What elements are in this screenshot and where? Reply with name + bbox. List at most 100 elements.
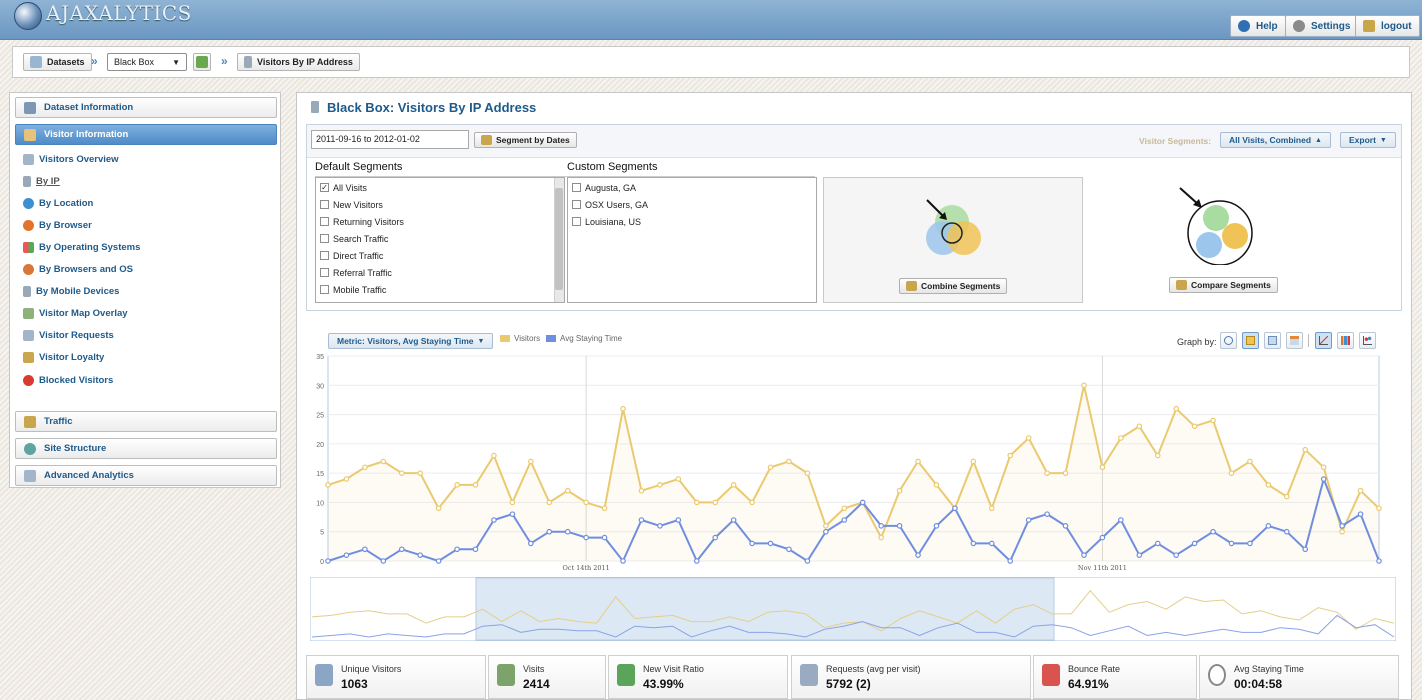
- data-point-visitors[interactable]: [1228, 470, 1235, 476]
- sidebar-section-dataset-info[interactable]: Dataset Information: [15, 97, 277, 118]
- segment-option[interactable]: Augusta, GA: [572, 179, 636, 196]
- data-point-visitors[interactable]: [1099, 464, 1106, 471]
- data-point-visitors[interactable]: [1062, 470, 1069, 476]
- main-line-chart[interactable]: 0 5 10 15 20 25 30 35 Oct 14th 2011 Nov 11th 201…: [297, 349, 1407, 579]
- sidebar-item-by-browsers-and-os[interactable]: By Browsers and OS: [23, 261, 133, 277]
- segment-option[interactable]: OSX Users, GA: [572, 196, 648, 213]
- data-point-visitors[interactable]: [1136, 423, 1143, 430]
- data-point-visitors[interactable]: [970, 458, 977, 465]
- data-point-avg-staying-time[interactable]: [1081, 552, 1087, 558]
- data-point-avg-staying-time[interactable]: [1007, 558, 1014, 564]
- data-point-avg-staying-time[interactable]: [325, 558, 331, 564]
- data-point-avg-staying-time[interactable]: [1210, 528, 1216, 535]
- sidebar-item-by-ip[interactable]: By IP: [23, 173, 60, 189]
- data-point-avg-staying-time[interactable]: [970, 540, 977, 547]
- app-logo[interactable]: AJAXALYTICS: [46, 1, 192, 25]
- data-point-visitors[interactable]: [1007, 452, 1014, 459]
- data-point-visitors[interactable]: [528, 458, 534, 465]
- data-point-avg-staying-time[interactable]: [1191, 540, 1198, 547]
- compare-segments-button[interactable]: Compare Segments: [1169, 277, 1278, 293]
- custom-segments-list[interactable]: Augusta, GA OSX Users, GA Louisiana, US: [567, 177, 817, 303]
- data-point-visitors[interactable]: [915, 458, 921, 465]
- data-point-avg-staying-time[interactable]: [693, 558, 700, 564]
- data-point-avg-staying-time[interactable]: [583, 534, 589, 541]
- data-point-avg-staying-time[interactable]: [1284, 528, 1290, 535]
- data-point-avg-staying-time[interactable]: [1173, 552, 1179, 558]
- data-point-visitors[interactable]: [841, 505, 848, 512]
- data-point-visitors[interactable]: [1191, 423, 1198, 430]
- logout-button[interactable]: logout: [1355, 15, 1420, 37]
- data-point-visitors[interactable]: [933, 482, 940, 488]
- data-point-avg-staying-time[interactable]: [564, 528, 571, 535]
- current-page-crumb[interactable]: Visitors By IP Address: [237, 53, 360, 71]
- data-point-avg-staying-time[interactable]: [841, 517, 848, 523]
- data-point-avg-staying-time[interactable]: [343, 552, 350, 558]
- data-point-avg-staying-time[interactable]: [712, 534, 719, 541]
- navigator-selection[interactable]: [475, 577, 1055, 641]
- checkbox[interactable]: [572, 217, 581, 226]
- checkbox[interactable]: [320, 200, 329, 209]
- checkbox[interactable]: [320, 251, 329, 260]
- data-point-avg-staying-time[interactable]: [380, 558, 387, 564]
- sidebar-item-by-mobile-devices[interactable]: By Mobile Devices: [23, 283, 119, 299]
- data-point-visitors[interactable]: [878, 534, 884, 541]
- data-point-avg-staying-time[interactable]: [730, 517, 737, 523]
- data-point-avg-staying-time[interactable]: [362, 546, 368, 553]
- data-point-avg-staying-time[interactable]: [1099, 534, 1106, 541]
- sidebar-item-visitors-overview[interactable]: Visitors Overview: [23, 151, 119, 167]
- scatter-chart-button[interactable]: [1359, 332, 1376, 349]
- segment-by-dates-button[interactable]: Segment by Dates: [474, 132, 577, 148]
- data-point-visitors[interactable]: [546, 499, 553, 506]
- sidebar-section-traffic[interactable]: Traffic: [15, 411, 277, 432]
- data-point-avg-staying-time[interactable]: [933, 523, 940, 529]
- data-point-avg-staying-time[interactable]: [988, 540, 995, 547]
- datasets-button[interactable]: Datasets: [23, 53, 92, 71]
- data-point-visitors[interactable]: [1210, 417, 1216, 424]
- sidebar-section-visitor-info[interactable]: Visitor Information: [15, 124, 277, 145]
- data-point-avg-staying-time[interactable]: [823, 528, 829, 535]
- data-point-visitors[interactable]: [417, 470, 423, 476]
- data-point-avg-staying-time[interactable]: [509, 511, 516, 517]
- data-point-visitors[interactable]: [454, 482, 460, 488]
- data-point-visitors[interactable]: [693, 499, 700, 506]
- sidebar-section-site-structure[interactable]: Site Structure: [15, 438, 277, 459]
- data-point-avg-staying-time[interactable]: [491, 517, 497, 523]
- checkbox[interactable]: [320, 234, 329, 243]
- data-point-visitors[interactable]: [472, 482, 479, 488]
- data-point-avg-staying-time[interactable]: [546, 528, 553, 535]
- data-point-avg-staying-time[interactable]: [1228, 540, 1235, 547]
- data-point-avg-staying-time[interactable]: [620, 558, 626, 564]
- data-point-visitors[interactable]: [1284, 493, 1290, 500]
- sidebar-item-visitor-loyalty[interactable]: Visitor Loyalty: [23, 349, 104, 365]
- combine-segments-button[interactable]: Combine Segments: [899, 278, 1008, 294]
- data-point-avg-staying-time[interactable]: [1339, 523, 1345, 529]
- data-point-avg-staying-time[interactable]: [417, 552, 423, 558]
- data-point-avg-staying-time[interactable]: [1376, 558, 1382, 564]
- data-point-avg-staying-time[interactable]: [767, 540, 774, 547]
- data-point-avg-staying-time[interactable]: [1025, 517, 1032, 523]
- date-range-input[interactable]: 2011-09-16 to 2012-01-02: [311, 130, 469, 149]
- metric-dropdown[interactable]: Metric: Visitors, Avg Staying Time ▼: [328, 333, 494, 349]
- data-point-visitors[interactable]: [491, 452, 497, 459]
- data-point-avg-staying-time[interactable]: [804, 558, 811, 564]
- data-point-visitors[interactable]: [564, 487, 571, 494]
- data-point-visitors[interactable]: [675, 476, 682, 482]
- data-point-avg-staying-time[interactable]: [1265, 523, 1272, 529]
- data-point-avg-staying-time[interactable]: [657, 523, 663, 529]
- data-point-avg-staying-time[interactable]: [1136, 552, 1143, 558]
- graph-by-day-button[interactable]: [1242, 332, 1259, 349]
- checkbox[interactable]: [320, 268, 329, 277]
- data-point-visitors[interactable]: [823, 523, 829, 529]
- data-point-avg-staying-time[interactable]: [786, 546, 792, 553]
- data-point-visitors[interactable]: [1339, 528, 1345, 535]
- data-point-visitors[interactable]: [1081, 382, 1087, 389]
- data-point-visitors[interactable]: [1320, 464, 1327, 471]
- data-point-visitors[interactable]: [1173, 405, 1179, 412]
- data-point-visitors[interactable]: [509, 499, 516, 506]
- data-point-avg-staying-time[interactable]: [454, 546, 460, 553]
- data-point-visitors[interactable]: [1302, 446, 1309, 453]
- checkbox[interactable]: [320, 217, 329, 226]
- help-button[interactable]: Help: [1230, 15, 1286, 37]
- sidebar-item-by-location[interactable]: By Location: [23, 195, 93, 211]
- sidebar-item-by-os[interactable]: By Operating Systems: [23, 239, 140, 255]
